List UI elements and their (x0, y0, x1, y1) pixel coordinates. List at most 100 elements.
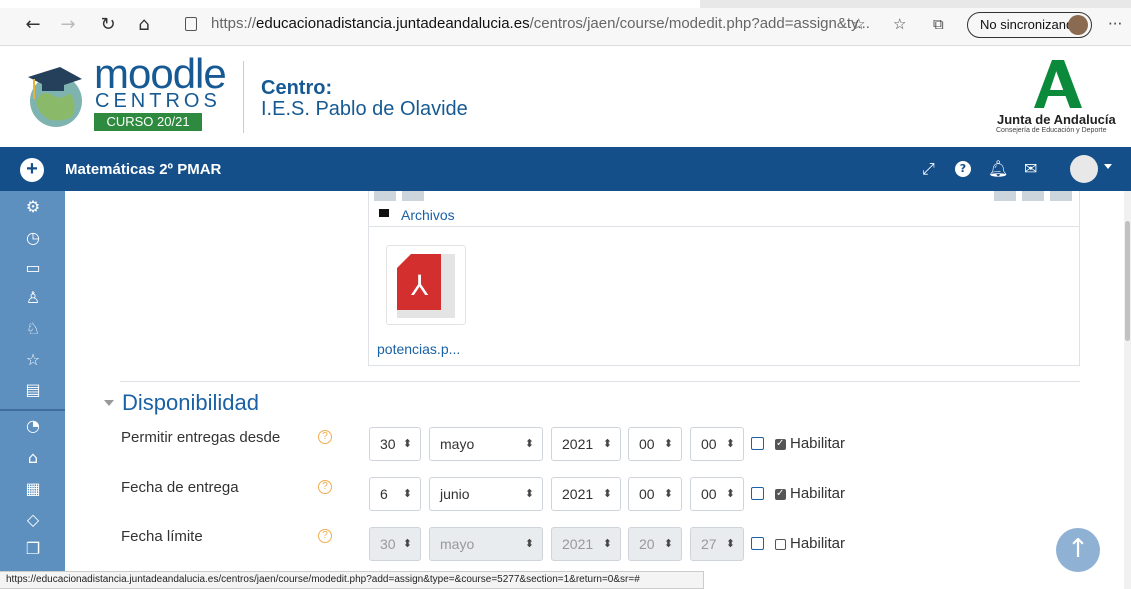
book-icon[interactable]: ▤ (22, 379, 44, 401)
file-name-link[interactable]: potencias.p... (377, 341, 460, 357)
hour-select[interactable]: 20 ⬍ (628, 527, 682, 561)
view-tree-button[interactable] (1050, 191, 1072, 201)
create-folder-button[interactable] (402, 191, 424, 201)
enable-checkbox[interactable] (775, 438, 786, 450)
hour-select[interactable]: 00 ⬍ (628, 427, 682, 461)
enable-checkbox[interactable] (775, 539, 786, 550)
add-button[interactable]: + (20, 158, 44, 182)
copy-icon[interactable]: ❐ (22, 538, 44, 560)
select-value: 2021 (562, 536, 594, 552)
expand-icon[interactable]: ⤢ (922, 159, 935, 179)
page-scrollbar[interactable] (1124, 191, 1131, 589)
month-select[interactable]: mayo ⬍ (429, 427, 543, 461)
moodle-wordmark: moodle (94, 50, 227, 97)
select-value: 2021 (562, 486, 594, 502)
select-value: junio (440, 486, 470, 502)
month-select[interactable]: junio ⬍ (429, 477, 543, 511)
minute-select[interactable]: 27 ⬍ (690, 527, 744, 561)
view-details-button[interactable] (1022, 191, 1044, 201)
user-avatar[interactable] (1070, 155, 1098, 183)
enable-label[interactable]: Habilitar (790, 535, 845, 552)
junta-logo-icon (1034, 60, 1082, 108)
bell-icon[interactable]: 🔔︎ (988, 159, 1008, 179)
enable-checkbox[interactable] (775, 488, 786, 500)
view-icons-button[interactable] (994, 191, 1016, 201)
select-value: 00 (701, 486, 717, 502)
select-value: 00 (639, 486, 655, 502)
collections-icon[interactable]: ⧉ (933, 14, 944, 34)
select-arrow-icon: ⬍ (524, 487, 534, 500)
folder-label[interactable]: Archivos (401, 207, 455, 223)
pdf-file-thumbnail[interactable]: ⅄ (386, 245, 466, 325)
select-value: 2021 (562, 436, 594, 452)
sync-label: No sincronizando (980, 17, 1081, 32)
year-select[interactable]: 2021 ⬍ (551, 527, 621, 561)
drawer-divider (0, 409, 65, 411)
select-value: mayo (440, 436, 475, 452)
url-prefix: https:// (211, 15, 257, 32)
help-icon[interactable]: ? (318, 529, 332, 543)
scroll-to-top-button[interactable]: ↑ (1056, 528, 1100, 572)
moodle-logo-icon[interactable] (22, 61, 86, 129)
calendar-icon[interactable] (751, 487, 764, 500)
centros-wordmark: CENTROS (95, 90, 221, 112)
more-icon[interactable]: ··· (1108, 14, 1122, 34)
day-select[interactable]: 30 ⬍ (369, 427, 421, 461)
help-icon[interactable]: ? (318, 480, 332, 494)
add-file-button[interactable] (374, 191, 396, 201)
year-select[interactable]: 2021 ⬍ (551, 427, 621, 461)
help-icon[interactable]: ? (955, 161, 971, 177)
back-arrow-icon[interactable]: ← (22, 14, 44, 36)
hour-select[interactable]: 00 ⬍ (628, 477, 682, 511)
sync-button[interactable]: No sincronizando (967, 12, 1092, 38)
home-icon[interactable]: ⌂ (133, 14, 155, 36)
course-title[interactable]: Matemáticas 2º PMAR (65, 161, 221, 178)
user-menu-caret-icon[interactable] (1104, 164, 1112, 169)
folder-path: Archivos (368, 205, 1080, 227)
day-select[interactable]: 6 ⬍ (369, 477, 421, 511)
enable-label[interactable]: Habilitar (790, 485, 845, 502)
users-icon[interactable]: ♙ (22, 287, 44, 309)
home-icon[interactable]: ⌂ (22, 447, 44, 469)
calendar-icon[interactable] (751, 537, 764, 550)
folder-icon[interactable]: ▭ (22, 257, 44, 279)
select-arrow-icon: ⬍ (663, 537, 673, 550)
badge-icon[interactable]: ♘ (22, 318, 44, 340)
field-label: Fecha de entrega (121, 479, 239, 496)
collapse-caret-icon[interactable] (104, 400, 114, 406)
calendar-icon[interactable] (751, 437, 764, 450)
minute-select[interactable]: 00 ⬍ (690, 427, 744, 461)
junta-subtitle: Consejería de Educación y Deporte (996, 127, 1107, 134)
junta-name: Junta de Andalucía (997, 112, 1116, 127)
star-icon[interactable]: ☆ (22, 349, 44, 371)
help-icon[interactable]: ? (318, 430, 332, 444)
section-title[interactable]: Disponibilidad (122, 390, 259, 416)
envelope-icon[interactable]: ✉ (1024, 159, 1037, 179)
folder-icon (379, 209, 389, 217)
centro-name: I.E.S. Pablo de Olavide (261, 98, 468, 120)
profile-avatar (1068, 15, 1088, 35)
scrollbar-thumb[interactable] (1125, 221, 1130, 341)
clock-icon[interactable]: ◷ (22, 227, 44, 249)
select-arrow-icon: ⬍ (524, 437, 534, 450)
month-select[interactable]: mayo ⬍ (429, 527, 543, 561)
refresh-icon[interactable]: ↻ (97, 14, 119, 36)
select-value: 20 (639, 536, 655, 552)
minute-select[interactable]: 00 ⬍ (690, 477, 744, 511)
enable-label[interactable]: Habilitar (790, 435, 845, 452)
year-select[interactable]: 2021 ⬍ (551, 477, 621, 511)
calendar-icon[interactable]: ▦ (22, 478, 44, 500)
favorites-list-icon[interactable]: ☆ (893, 14, 906, 34)
address-bar[interactable]: https://educacionadistancia.juntadeandal… (211, 15, 870, 32)
acrobat-icon: ⅄ (411, 269, 429, 302)
graduation-cap-icon[interactable]: ◇ (22, 509, 44, 531)
favorite-star-icon[interactable]: ☆ (852, 14, 865, 34)
cogs-icon[interactable]: ⚙ (22, 196, 44, 218)
day-select[interactable]: 30 ⬍ (369, 527, 421, 561)
dashboard-icon[interactable]: ◔ (22, 415, 44, 437)
forward-arrow-icon[interactable]: → (57, 14, 79, 36)
active-tab[interactable] (0, 0, 700, 8)
page-info-icon[interactable] (185, 17, 197, 31)
select-value: mayo (440, 536, 475, 552)
select-arrow-icon: ⬍ (402, 537, 412, 550)
